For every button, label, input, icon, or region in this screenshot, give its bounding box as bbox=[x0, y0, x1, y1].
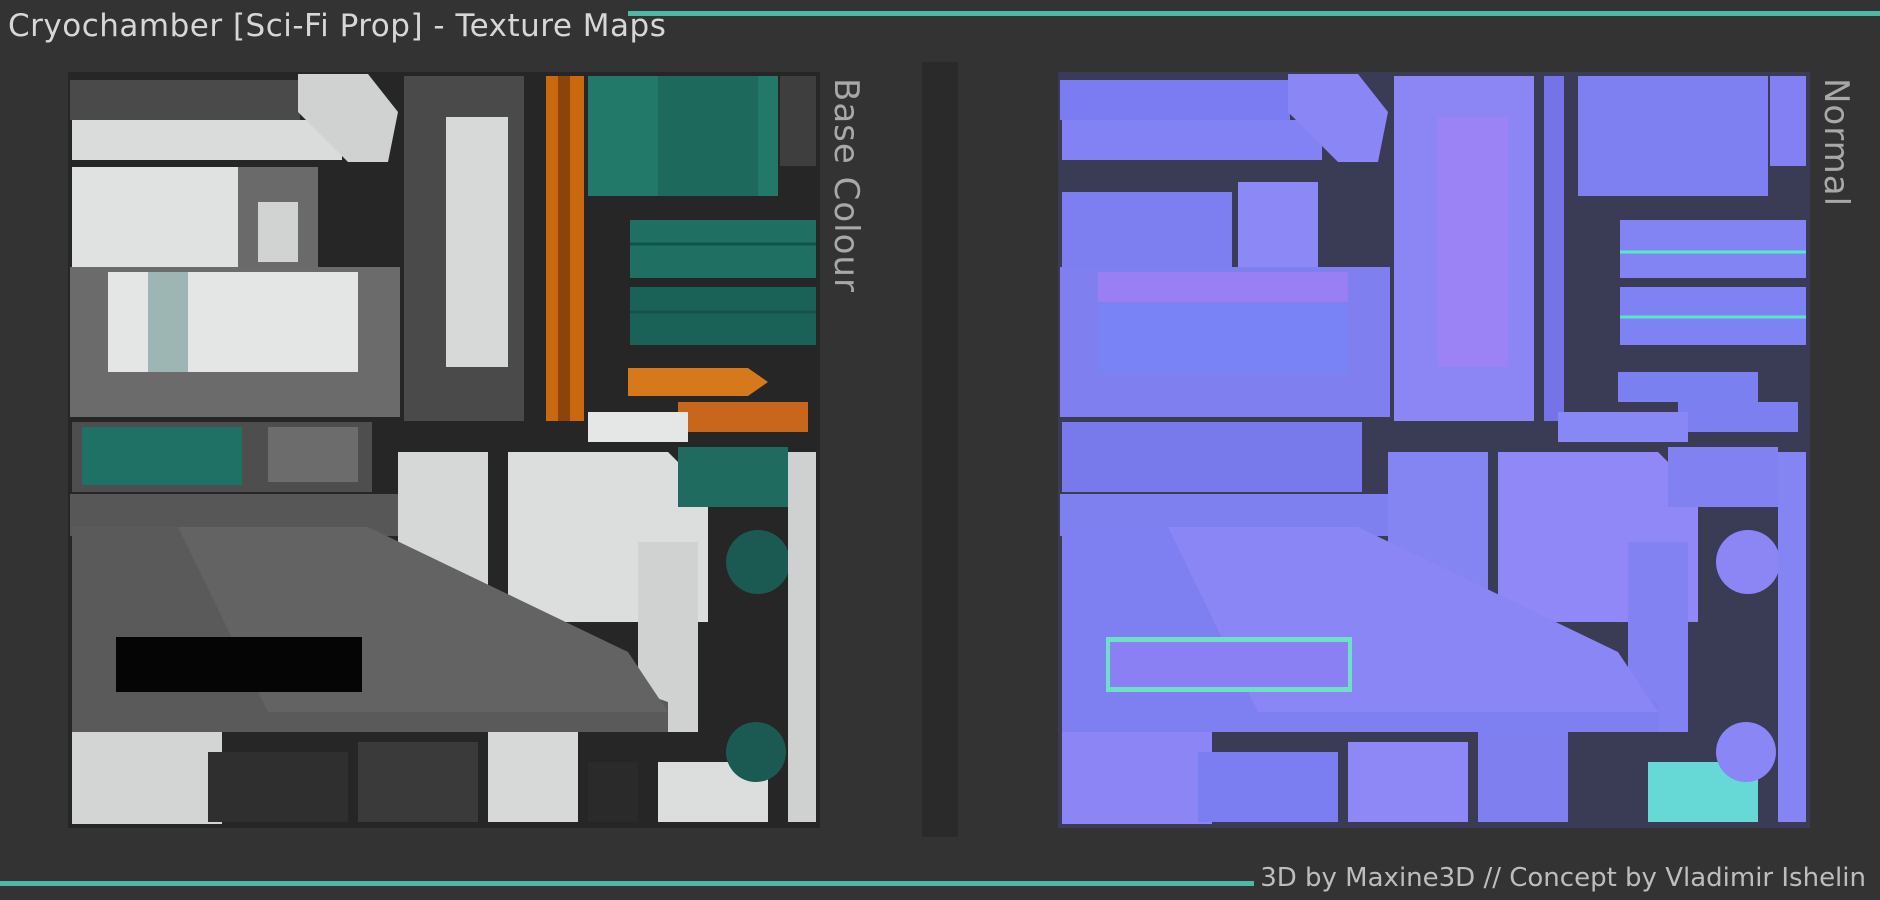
panel-divider bbox=[922, 62, 958, 837]
base-colour-map bbox=[68, 72, 820, 828]
normal-map bbox=[1058, 72, 1810, 828]
base-colour-panel: Base Colour bbox=[0, 62, 922, 837]
page-title: Cryochamber [Sci-Fi Prop] - Texture Maps bbox=[8, 8, 667, 44]
credits-text: 3D by Maxine3D // Concept by Vladimir Is… bbox=[1260, 863, 1866, 893]
normal-panel: Normal bbox=[958, 62, 1880, 837]
normal-label: Normal bbox=[1816, 78, 1856, 208]
header-accent-line bbox=[628, 11, 1880, 16]
footer-bar: 3D by Maxine3D // Concept by Vladimir Is… bbox=[0, 837, 1880, 900]
header-bar: Cryochamber [Sci-Fi Prop] - Texture Maps bbox=[0, 0, 1880, 62]
normal-texture-image bbox=[1058, 72, 1810, 828]
maps-area: Base Colour Normal bbox=[0, 62, 1880, 837]
footer-accent-line bbox=[0, 881, 1254, 886]
base-colour-label: Base Colour bbox=[826, 78, 866, 293]
base-colour-texture-image bbox=[68, 72, 820, 828]
